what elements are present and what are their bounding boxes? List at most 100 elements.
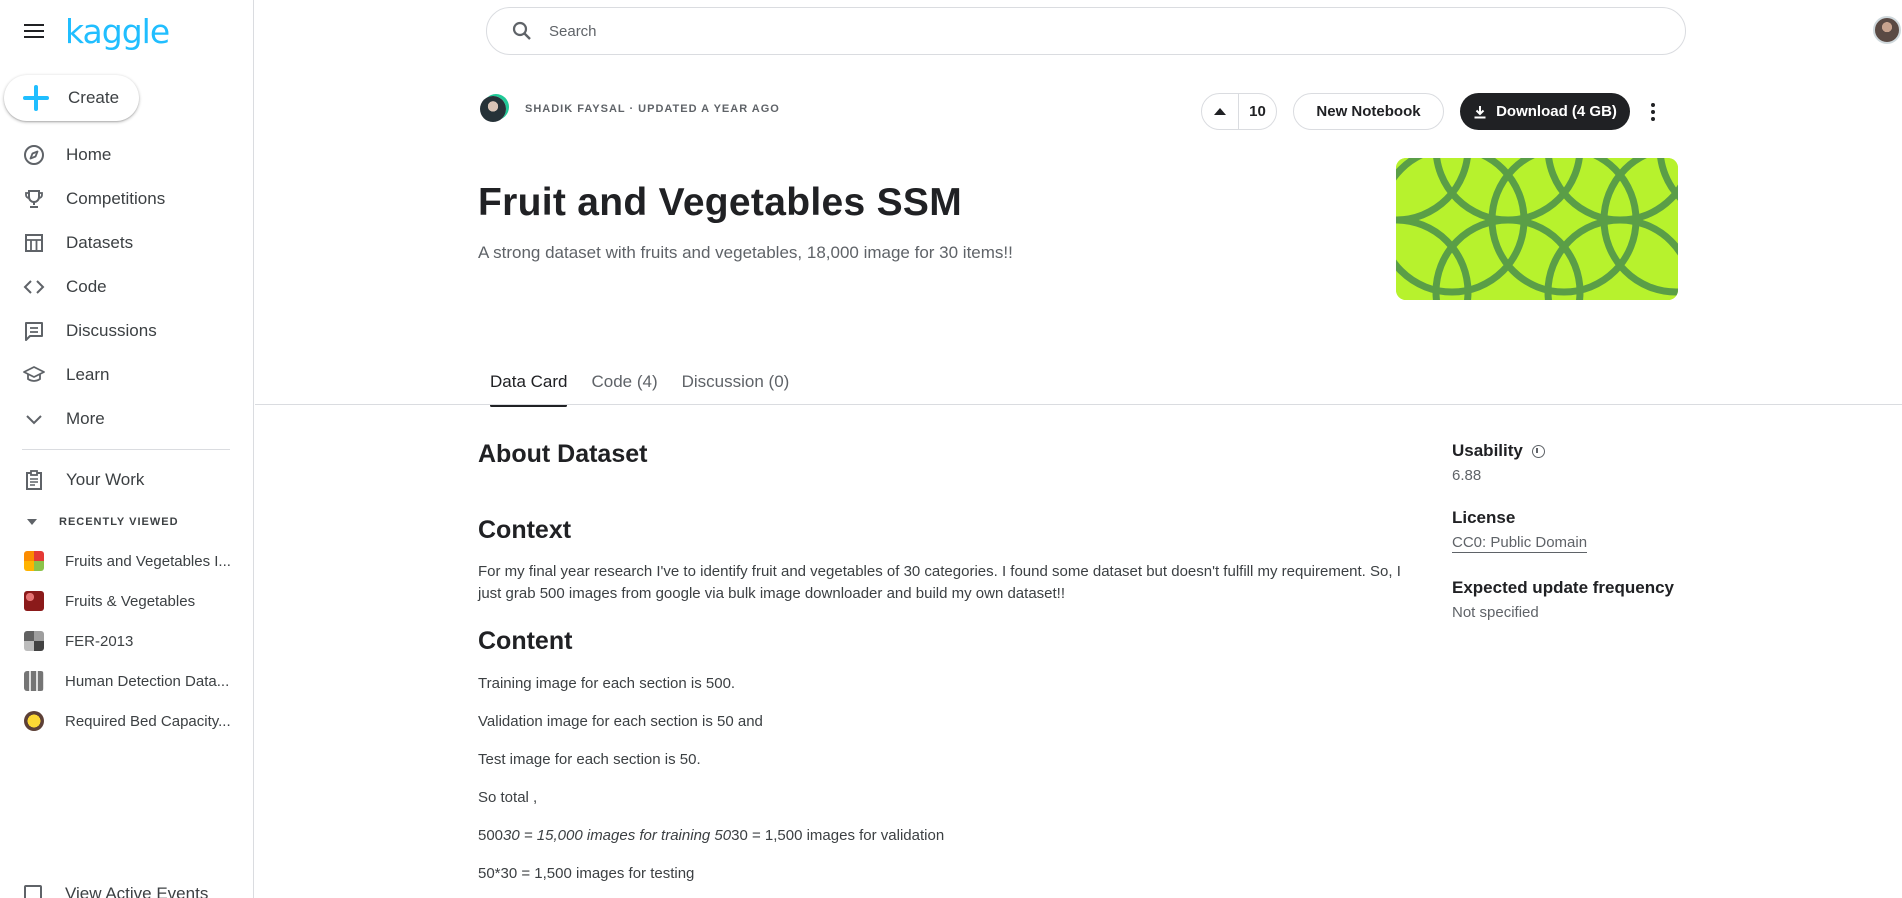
dataset-subtitle: A strong dataset with fruits and vegetab… [478, 243, 1013, 262]
table-icon [22, 231, 46, 255]
compass-icon [22, 143, 46, 167]
caret-down-icon [27, 519, 37, 525]
content-line: 50030 = 15,000 images for training 5030 … [478, 825, 1408, 847]
recently-viewed-list: Fruits and Vegetables I... Fruits & Vege… [0, 541, 254, 741]
left-sidebar: kaggle Create Home Competitions Datasets… [0, 0, 254, 898]
tab-code[interactable]: Code (4) [579, 365, 669, 405]
nav-label: Learn [66, 365, 110, 384]
code-brackets-icon [22, 275, 46, 299]
chevron-down-icon [22, 407, 46, 431]
recently-viewed-header[interactable]: RECENTLY VIEWED [0, 514, 179, 530]
recent-item[interactable]: Required Bed Capacity... [0, 701, 254, 741]
tabs-divider [255, 404, 1902, 405]
recent-item-label: Fruits and Vegetables I... [65, 552, 231, 570]
search-icon [512, 21, 532, 41]
arrow-up-icon [1214, 108, 1226, 115]
content-line: So total , [478, 789, 538, 806]
nav-label: Discussions [66, 321, 157, 340]
plus-icon [21, 83, 51, 113]
more-options-icon[interactable] [1644, 100, 1662, 124]
new-notebook-button[interactable]: New Notebook [1293, 93, 1444, 130]
usability-label: Usability [1452, 441, 1523, 460]
dataset-thumbnail [24, 591, 44, 611]
nav-item-more[interactable]: More [0, 397, 254, 441]
recent-item-label: Human Detection Data... [65, 672, 230, 690]
main-nav: Home Competitions Datasets Code Discussi… [0, 133, 254, 441]
content-line-part: 500 [478, 827, 504, 844]
usability-heading: Usability [1452, 441, 1712, 461]
recently-viewed-label: RECENTLY VIEWED [59, 516, 179, 528]
events-icon [24, 885, 42, 898]
nav-item-home[interactable]: Home [0, 133, 254, 177]
comment-icon [22, 319, 46, 343]
nav-label: Competitions [66, 189, 166, 208]
tab-data-card[interactable]: Data Card [478, 365, 579, 407]
nav-item-your-work[interactable]: Your Work [0, 458, 254, 502]
view-active-events-link[interactable]: View Active Events [0, 884, 208, 898]
sidebar-divider [22, 449, 230, 450]
dataset-thumbnail [24, 551, 44, 571]
recent-item-label: Required Bed Capacity... [65, 712, 231, 730]
recent-item[interactable]: Fruits & Vegetables [0, 581, 254, 621]
download-icon [1474, 105, 1486, 118]
context-paragraph: For my final year research I've to ident… [478, 563, 1401, 602]
dataset-metadata: Usability 6.88 License CC0: Public Domai… [1452, 441, 1712, 621]
content-heading: Content [478, 627, 573, 655]
nav-label: Home [66, 145, 112, 164]
dataset-owner[interactable]: SHADIK FAYSAL · UPDATED A YEAR AGO [480, 96, 780, 122]
clipboard-icon [22, 468, 46, 492]
upvote-widget: 10 [1201, 93, 1277, 130]
about-dataset-heading: About Dataset [478, 440, 648, 468]
content-line-italic: 30 = 15,000 images for training 50 [503, 827, 732, 844]
dataset-thumbnail [24, 711, 44, 731]
update-frequency-value: Not specified [1452, 604, 1539, 621]
trophy-icon [22, 187, 46, 211]
owner-updated-text: SHADIK FAYSAL · UPDATED A YEAR AGO [525, 103, 780, 115]
view-active-events-label: View Active Events [65, 884, 209, 898]
nav-item-learn[interactable]: Learn [0, 353, 254, 397]
hamburger-menu-icon[interactable] [24, 24, 44, 38]
create-button[interactable]: Create [4, 75, 139, 121]
nav-label: More [66, 409, 105, 428]
dataset-tabs: Data Card Code (4) Discussion (0) [478, 365, 802, 407]
nav-item-discussions[interactable]: Discussions [0, 309, 254, 353]
content-line: Training image for each section is 500. [478, 675, 736, 692]
download-button[interactable]: Download (4 GB) [1460, 93, 1630, 130]
nav-item-competitions[interactable]: Competitions [0, 177, 254, 221]
tab-discussion[interactable]: Discussion (0) [670, 365, 802, 405]
owner-avatar[interactable] [480, 96, 506, 122]
user-avatar[interactable] [1873, 16, 1901, 44]
dataset-thumbnail [24, 631, 44, 651]
recent-item[interactable]: Human Detection Data... [0, 661, 254, 701]
download-label: Download (4 GB) [1496, 103, 1617, 120]
content-line: 50*30 = 1,500 images for testing [478, 865, 695, 882]
data-card-content: About Dataset Context For my final year … [478, 440, 1408, 885]
recent-item[interactable]: Fruits and Vegetables I... [0, 541, 254, 581]
context-heading: Context [478, 516, 572, 544]
create-button-label: Create [68, 88, 120, 107]
search-input[interactable] [549, 22, 1549, 40]
recent-item-label: Fruits & Vegetables [65, 592, 196, 610]
content-line: Validation image for each section is 50 … [478, 713, 763, 730]
nav-label: Code [66, 277, 107, 296]
nav-item-code[interactable]: Code [0, 265, 254, 309]
graduation-cap-icon [22, 363, 46, 387]
dataset-cover-image [1396, 158, 1678, 300]
usability-value: 6.88 [1452, 467, 1482, 484]
nav-label: Datasets [66, 233, 134, 252]
vote-count: 10 [1249, 103, 1266, 120]
nav-label: Your Work [66, 470, 145, 489]
dataset-thumbnail [24, 671, 44, 691]
content-line: Test image for each section is 50. [478, 751, 701, 768]
dataset-title: Fruit and Vegetables SSM [478, 181, 962, 224]
info-icon[interactable] [1531, 444, 1545, 458]
kaggle-logo[interactable]: kaggle [65, 12, 170, 51]
license-link[interactable]: CC0: Public Domain [1452, 534, 1588, 553]
recent-item[interactable]: FER-2013 [0, 621, 254, 661]
license-label: License [1452, 508, 1516, 527]
update-frequency-label: Expected update frequency [1452, 578, 1675, 597]
search-bar[interactable] [486, 7, 1686, 55]
nav-item-datasets[interactable]: Datasets [0, 221, 254, 265]
recent-item-label: FER-2013 [65, 632, 134, 650]
upvote-button[interactable] [1202, 94, 1239, 129]
